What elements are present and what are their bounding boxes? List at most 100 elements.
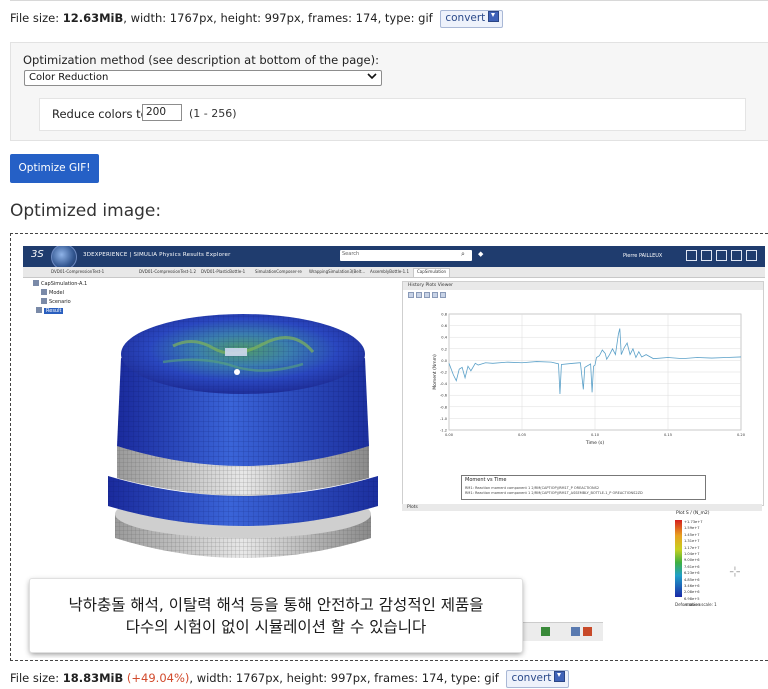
x-tick-label: 0.00 <box>445 433 454 437</box>
plot-tool-icon <box>440 292 446 298</box>
colorbar-labels: +1.73e+7 1.59e+7 1.45e+7 1.31e+7 1.17e+7 1.04… <box>684 519 703 609</box>
colorbar-title: Plot S / (N_m2) <box>676 511 710 516</box>
plot-tool-icon <box>416 292 422 298</box>
optimization-method-select[interactable]: Color Reduction <box>24 70 382 86</box>
history-plot-viewer: History Plots Viewer 0.8 0.6 0.4 0.2 0.0 -0.2… <box>402 281 764 506</box>
optimization-method-label: Optimization method (see description at … <box>23 53 379 67</box>
plots-panel-header: Plots <box>402 504 762 511</box>
top-divider <box>10 0 768 1</box>
convert-button[interactable]: convert <box>506 669 570 688</box>
palette-icon <box>583 627 592 636</box>
convert-label: convert <box>511 671 552 684</box>
optimized-image-heading: Optimized image: <box>10 201 162 221</box>
file-size-value: 12.63MiB <box>62 11 124 25</box>
tree-item: Scenario <box>33 298 87 307</box>
app-tab: WrappingSimulation3(Belt... <box>309 269 366 274</box>
app-tab: DVD01-CompressionTest-1.2 <box>139 269 196 274</box>
app-tab: SimulationComposer-re <box>255 269 302 274</box>
history-plot-header: History Plots Viewer <box>403 282 763 290</box>
file-size-value: 18.83MiB <box>62 671 124 685</box>
optimize-gif-button[interactable]: Optimize GIF! <box>10 154 99 183</box>
optimized-file-info: File size: 18.83MiB (+49.04%), width: 17… <box>10 669 570 688</box>
deformation-scale: Deformation scale: 1 <box>675 602 717 607</box>
app-tab: AssemblyBottle-1.1 <box>370 269 409 274</box>
app-tab-active: CapSimulation <box>413 268 451 277</box>
assembly-icon <box>33 280 39 286</box>
tag-icon: ◆ <box>478 250 484 258</box>
y-axis-label: Moment (Nmm) <box>432 354 438 390</box>
app-search-placeholder: Search <box>342 251 360 257</box>
file-size-label: File size: <box>10 11 63 25</box>
reduce-colors-label: Reduce colors to <box>52 107 148 121</box>
app-top-bar: 3S 3DEXPERIENCE | SIMULIA Physics Result… <box>23 246 765 270</box>
subtitle-line-2: 다수의 시험이 없이 시뮬레이션 할 수 있습니다 <box>125 618 427 636</box>
scenario-icon <box>41 298 47 304</box>
y-tick-label: -0.2 <box>440 371 447 375</box>
y-tick-label: -1.2 <box>440 429 447 433</box>
x-tick-label: 0.10 <box>591 433 600 437</box>
optimization-panel: Optimization method (see description at … <box>10 42 768 141</box>
reduce-colors-range: (1 - 256) <box>189 107 237 120</box>
x-axis-label: Time (s) <box>585 440 605 446</box>
tree-item: Model <box>33 289 87 298</box>
convert-label: convert <box>445 11 486 24</box>
axis-triad-icon: ⊹ <box>729 564 741 580</box>
legend-entry: RM1: Reaction moment component 1 2/RM(CA… <box>465 486 600 490</box>
reduce-colors-input[interactable]: 200 <box>142 104 182 121</box>
convert-button[interactable]: convert <box>440 9 504 28</box>
y-tick-label: 0.8 <box>441 313 447 317</box>
file-dimensions: , width: 1767px, height: 997px, frames: … <box>123 11 433 25</box>
y-tick-label: 0.6 <box>441 324 447 328</box>
download-icon <box>554 670 566 682</box>
optimization-method-value: Color Reduction <box>29 72 109 83</box>
plot-legend: Moment vs Time RM1: Reaction moment comp… <box>461 475 706 500</box>
tree-item-label: Result <box>44 308 64 314</box>
y-tick-label: 0.4 <box>441 336 447 340</box>
app-brand: 3DEXPERIENCE | SIMULIA Physics Results E… <box>83 252 231 258</box>
x-tick-label: 0.20 <box>737 433 745 437</box>
x-tick-label: 0.05 <box>518 433 526 437</box>
moment-time-plot: 0.80.60.40.20.0-0.2-0.4-0.6-0.8-1.0-1.20… <box>432 313 745 447</box>
model-tree: CapSimulation-A.1 Model Scenario Result <box>33 280 87 316</box>
subtitle-line-1: 낙하충돌 해석, 이탈력 해석 등을 통해 안전하고 감성적인 제품을 <box>68 596 484 614</box>
app-tab: DVD01-CompressionTest-1 <box>51 269 105 274</box>
search-icon: ⌕ <box>461 250 465 258</box>
tree-root: CapSimulation-A.1 <box>33 280 87 289</box>
tree-item-label: Model <box>49 290 65 296</box>
y-tick-label: -0.8 <box>440 405 448 409</box>
app-toolbar-icons <box>686 250 757 261</box>
plot-tool-icon <box>424 292 430 298</box>
color-reduction-options: Reduce colors to 200 (1 - 256) <box>39 98 746 131</box>
image-icon <box>571 627 580 636</box>
cap-3d-model <box>108 314 378 558</box>
model-icon <box>41 289 47 295</box>
y-tick-label: -0.6 <box>440 394 448 398</box>
user-icon <box>686 250 697 261</box>
app-search: Search <box>340 250 472 261</box>
plot-tool-icon <box>432 292 438 298</box>
plot-toolbar <box>408 292 446 298</box>
x-tick-label: 0.15 <box>664 433 672 437</box>
app-tabs: DVD01-CompressionTest-1 DVD01-Compressio… <box>23 267 765 278</box>
result-icon <box>36 307 42 313</box>
subtitle-caption: 낙하충돌 해석, 이탈력 해석 등을 통해 안전하고 감성적인 제품을 다수의 … <box>30 579 522 652</box>
leaf-icon <box>541 627 550 636</box>
y-tick-label: 0.0 <box>441 359 447 363</box>
ds-logo: 3S <box>31 249 44 260</box>
original-file-info: File size: 12.63MiB, width: 1767px, heig… <box>10 9 504 28</box>
y-tick-label: -1.0 <box>440 417 448 421</box>
tree-root-label: CapSimulation-A.1 <box>41 281 88 287</box>
file-size-change: (+49.04%) <box>126 671 190 685</box>
chevron-down-icon <box>367 71 377 85</box>
help-icon <box>746 250 757 261</box>
tree-item: Result <box>33 307 87 316</box>
optimized-gif-image: 3S 3DEXPERIENCE | SIMULIA Physics Result… <box>23 246 765 658</box>
app-user: Pierre PAILLEUX <box>623 253 663 259</box>
file-dimensions: , width: 1767px, height: 997px, frames: … <box>189 671 499 685</box>
tree-item-label: Scenario <box>49 299 71 305</box>
file-size-label: File size: <box>10 671 63 685</box>
plus-icon <box>701 250 712 261</box>
y-tick-label: -0.4 <box>440 382 448 386</box>
legend-entry: RM1: Reaction moment component 1 2/RM(CA… <box>465 491 643 495</box>
share-icon <box>716 250 727 261</box>
